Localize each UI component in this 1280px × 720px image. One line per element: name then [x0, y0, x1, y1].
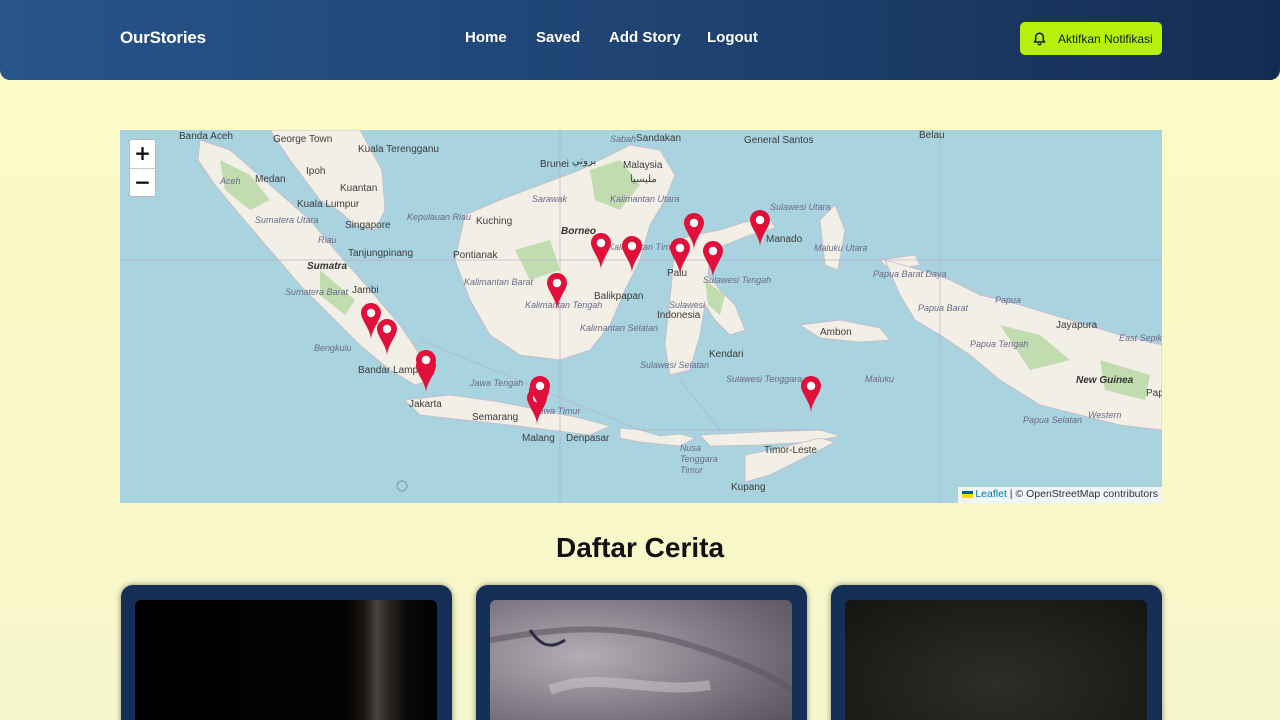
- enable-notification-label: Aktifkan Notifikasi: [1058, 31, 1153, 46]
- map-marker-icon[interactable]: [377, 319, 397, 356]
- osm-attribution: | © OpenStreetMap contributors: [1009, 488, 1158, 500]
- map-marker-icon[interactable]: [547, 273, 567, 310]
- map-attribution: Leaflet | © OpenStreetMap contributors: [958, 487, 1162, 503]
- stories-title: Daftar Cerita: [555, 532, 725, 563]
- map-marker-icon[interactable]: [591, 233, 611, 270]
- story-card[interactable]: [121, 585, 452, 720]
- ukraine-flag-icon: [962, 490, 974, 498]
- story-thumbnail[interactable]: [490, 600, 792, 720]
- zoom-in-button[interactable]: +: [130, 140, 155, 168]
- map-marker-icon[interactable]: [670, 238, 690, 275]
- map-marker-icon[interactable]: [801, 376, 821, 413]
- nav-saved[interactable]: Saved: [536, 29, 580, 46]
- story-map[interactable]: Banda Aceh George Town Kuala Terengganu …: [120, 130, 1162, 503]
- map-marker-icon[interactable]: [622, 236, 642, 273]
- zoom-out-button[interactable]: −: [130, 168, 155, 196]
- nav-logout[interactable]: Logout: [707, 29, 758, 46]
- map-marker-icon[interactable]: [703, 241, 723, 278]
- map-marker-icon[interactable]: [361, 303, 381, 340]
- story-card[interactable]: [476, 585, 807, 720]
- enable-notification-button[interactable]: Aktifkan Notifikasi: [1020, 22, 1162, 55]
- story-thumbnail[interactable]: [135, 600, 437, 720]
- story-thumbnail[interactable]: [845, 600, 1147, 720]
- leaflet-link[interactable]: Leaflet: [975, 488, 1007, 500]
- hand-photo-detail: [490, 626, 792, 695]
- zoom-control: + −: [129, 139, 156, 197]
- bell-icon: [1033, 31, 1046, 45]
- nav-home[interactable]: Home: [465, 29, 507, 46]
- nav-add-story[interactable]: Add Story: [609, 29, 681, 46]
- story-markers: [361, 210, 821, 425]
- story-card[interactable]: [831, 585, 1162, 720]
- brand-logo[interactable]: OurStories: [120, 28, 206, 48]
- map-marker-icon[interactable]: [416, 350, 436, 387]
- map-marker-icon[interactable]: [750, 210, 770, 247]
- app-header: OurStories Home Saved Add Story Logout A…: [0, 0, 1280, 80]
